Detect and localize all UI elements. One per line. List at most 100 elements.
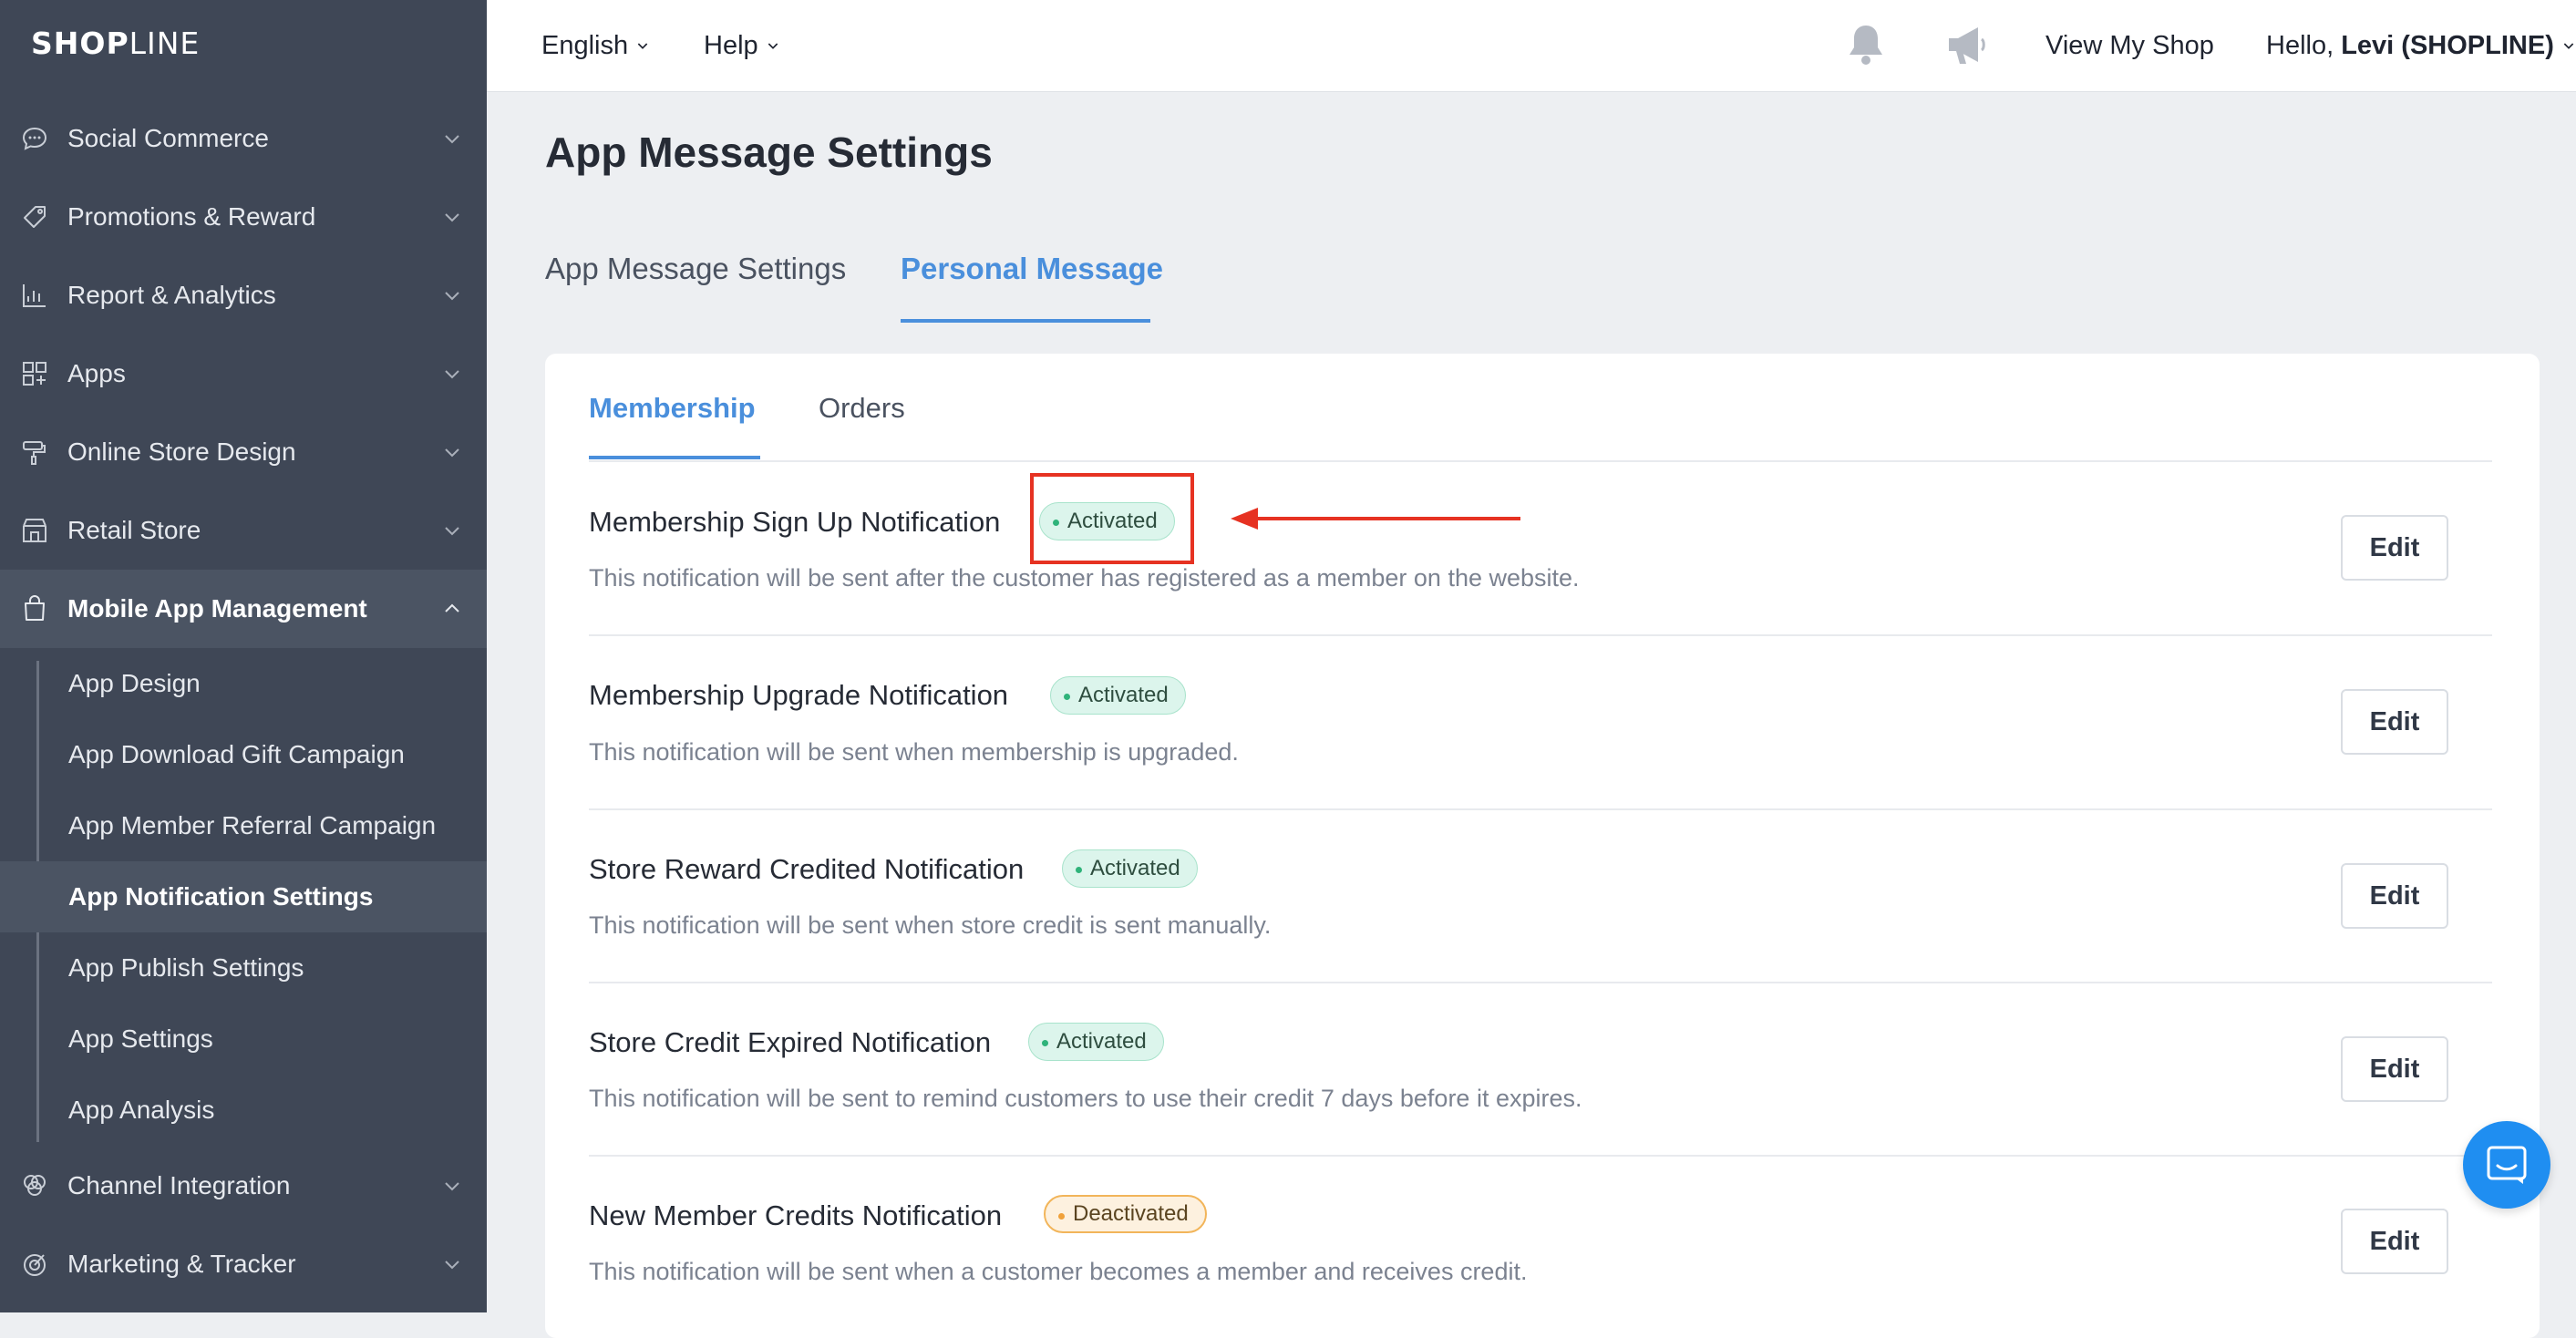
sidebar-subitem-app-design[interactable]: App Design [0,648,487,719]
status-label: Deactivated [1073,1201,1189,1226]
notification-title: Membership Upgrade Notification [589,679,1009,711]
sidebar-item-apps[interactable]: Apps [0,334,487,413]
sidebar-item-promotions[interactable]: Promotions & Reward [0,178,487,256]
divider [589,982,2492,983]
tab-app-message-settings[interactable]: App Message Settings [545,252,846,286]
divider [589,460,2492,462]
sidebar-subitem-app-publish-settings[interactable]: App Publish Settings [0,932,487,1004]
notification-description: This notification will be sent when a cu… [589,1258,1528,1285]
annotation-highlight-box [1030,473,1194,564]
sidebar-item-label: Mobile App Management [67,594,367,623]
sidebar-subitem-app-download-gift[interactable]: App Download Gift Campaign [0,719,487,790]
subtab-orders[interactable]: Orders [819,392,905,425]
chat-bubble-icon [22,127,47,150]
annotation-arrow-icon [1231,508,1520,530]
sidebar-item-marketing-tracker[interactable]: Marketing & Tracker [0,1225,487,1303]
sidebar-subitem-label: App Design [68,669,201,697]
user-name: Levi (SHOPLINE) [2341,30,2554,60]
storefront-icon [23,519,46,542]
sidebar-item-label: Apps [67,359,126,387]
notification-description: This notification will be sent to remind… [589,1085,1582,1112]
sidebar-item-label: Report & Analytics [67,281,276,309]
sidebar-item-report-analytics[interactable]: Report & Analytics [0,256,487,334]
status-label: Activated [1090,856,1180,880]
status-dot [1064,694,1070,700]
status-badge: Activated [1050,676,1186,715]
notification-description: This notification will be sent after the… [589,564,1580,592]
mobile-app-submenu: App Design App Download Gift Campaign Ap… [0,648,487,1142]
circles-icon [24,1175,46,1196]
sidebar-item-channel-integration[interactable]: Channel Integration [0,1147,487,1225]
chevron-down-icon [768,43,778,49]
language-selector[interactable]: English [541,0,650,91]
status-label: Activated [1078,683,1169,707]
chevron-down-icon [445,135,459,144]
subtab-membership[interactable]: Membership [589,392,756,425]
chevron-down-icon [445,292,459,301]
sidebar-subitem-app-notification-settings[interactable]: App Notification Settings [0,861,487,932]
status-dot [1076,867,1082,873]
sidebar-item-label: Online Store Design [67,437,296,466]
help-menu[interactable]: Help [704,0,780,91]
view-my-shop-label: View My Shop [2045,30,2214,60]
megaphone-icon[interactable] [1943,22,1994,69]
notification-title: Membership Sign Up Notification [589,506,1001,538]
sidebar-item-mobile-app-management[interactable]: Mobile App Management [0,570,487,648]
notification-description: This notification will be sent when memb… [589,738,1239,766]
paint-roller-icon [23,441,46,465]
notification-card [545,354,2540,1338]
user-menu[interactable]: Hello, Levi (SHOPLINE) [2266,0,2576,91]
notification-title: Store Reward Credited Notification [589,853,1025,885]
edit-button[interactable]: Edit [2341,1036,2448,1102]
greeting-prefix: Hello, [2266,30,2342,60]
sidebar-subitem-app-settings[interactable]: App Settings [0,1004,487,1075]
shopline-logo[interactable]: SHOPLINE [31,26,200,62]
status-dot [1058,1213,1065,1220]
chevron-down-icon [445,527,459,536]
chevron-down-icon [445,370,459,379]
tag-icon [24,206,46,228]
help-label: Help [704,30,758,60]
sidebar-subitem-label: App Member Referral Campaign [68,811,437,839]
status-badge: Activated [1028,1023,1164,1061]
sidebar-subitem-label: App Publish Settings [68,953,304,982]
language-label: English [541,30,629,60]
sidebar-subitem-label: App Settings [68,1024,213,1053]
chevron-down-icon [637,43,648,49]
chat-icon [2487,1146,2527,1184]
edit-button[interactable]: Edit [2341,515,2448,581]
sidebar-subitem-app-member-referral[interactable]: App Member Referral Campaign [0,790,487,861]
edit-button[interactable]: Edit [2341,689,2448,755]
sidebar-item-label: Marketing & Tracker [67,1250,296,1278]
chevron-up-icon [445,603,459,612]
sidebar-subitem-label: App Download Gift Campaign [68,740,405,768]
bell-icon[interactable] [1843,22,1889,69]
edit-button[interactable]: Edit [2341,863,2448,929]
support-chat-button[interactable] [2463,1121,2550,1209]
sidebar-subitem-label: App Analysis [68,1096,215,1124]
notification-description: This notification will be sent when stor… [589,911,1272,939]
shopping-bag-icon [25,595,45,621]
edit-button[interactable]: Edit [2341,1209,2448,1274]
chevron-down-icon [445,448,459,458]
sidebar: SHOPLINE Social Commerce Promotions & Re… [0,0,487,1312]
sidebar-subitem-label: App Notification Settings [68,882,374,911]
tab-personal-message[interactable]: Personal Message [901,252,1163,286]
divider [589,808,2492,810]
status-badge: Deactivated [1044,1195,1207,1233]
chevron-down-icon [445,1182,459,1191]
chart-icon [23,284,46,307]
sidebar-item-online-store-design[interactable]: Online Store Design [0,413,487,491]
sidebar-item-label: Promotions & Reward [67,202,316,231]
view-my-shop-link[interactable]: View My Shop [2045,0,2214,91]
chevron-down-icon [2563,43,2574,49]
sidebar-subitem-app-analysis[interactable]: App Analysis [0,1075,487,1146]
sidebar-item-social-commerce[interactable]: Social Commerce [0,99,487,178]
sidebar-item-label: Social Commerce [67,124,269,152]
apps-grid-icon [23,362,46,386]
page-title: App Message Settings [545,129,993,176]
notification-title: New Member Credits Notification [589,1199,1003,1231]
sidebar-item-retail-store[interactable]: Retail Store [0,491,487,570]
divider [589,1155,2492,1157]
status-label: Activated [1056,1029,1147,1054]
